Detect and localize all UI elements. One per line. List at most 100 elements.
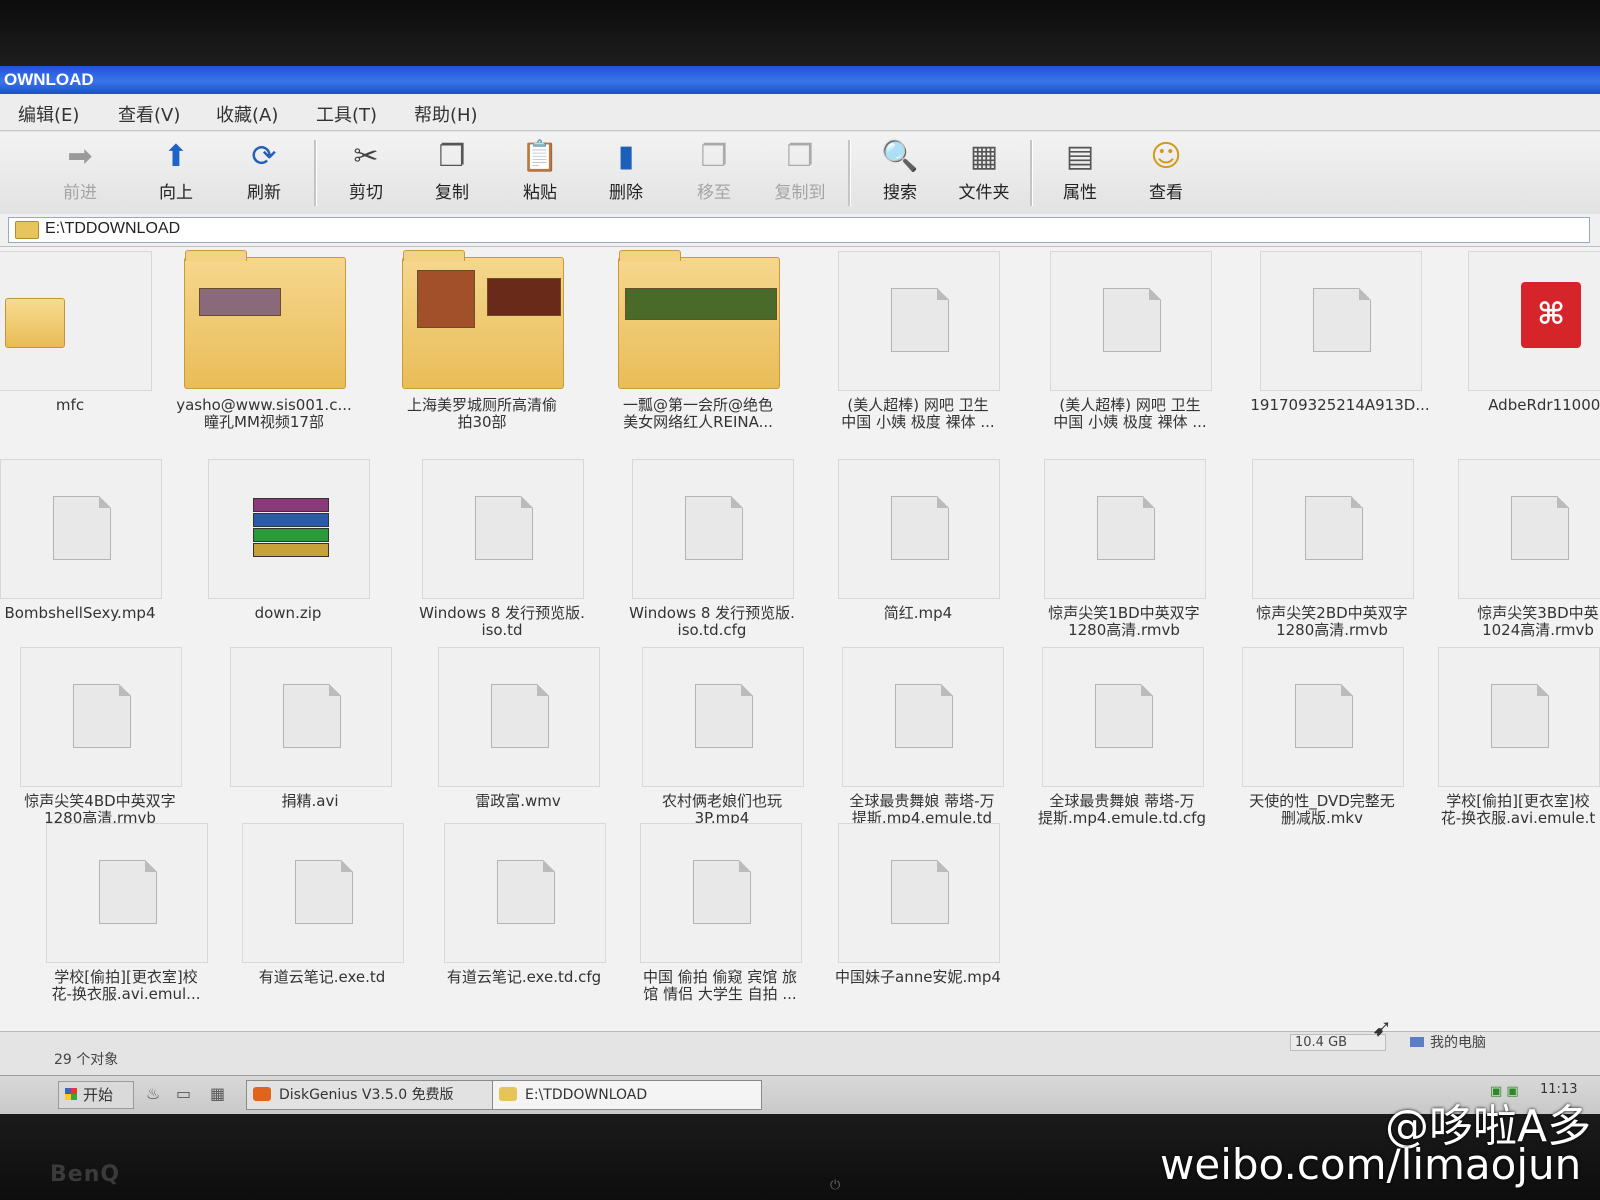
file-item[interactable]: 惊声尖笑4BD中英双字 1280高清.rmvb [0,647,200,837]
forward-arrow-icon: ➡ [67,139,93,174]
file-item[interactable]: mfc [0,251,170,441]
file-item[interactable]: Windows 8 发行预览版. iso.td.cfg [612,459,812,649]
file-item[interactable]: 全球最贵舞娘 蒂塔-万 提斯.mp4.emule.td [822,647,1022,837]
power-icon[interactable]: ⏻ [830,1178,840,1193]
toolbar-button-6[interactable]: ▮ 删除 [586,138,666,208]
file-thumbnail [838,459,1000,599]
generic-file-icon [53,496,111,560]
toolbar-button-5[interactable]: 📋 粘贴 [500,138,580,208]
generic-file-icon [685,496,743,560]
taskbar: 开始 ♨ ▭ ▦ DiskGenius V3.5.0 免费版 E:\TDDOWN… [0,1075,1600,1114]
toolbar-button-0[interactable]: ➡ 前进 [40,138,120,208]
pdf-file-icon: ⌘ [1521,282,1581,348]
file-item[interactable]: 简红.mp4 [818,459,1018,649]
toolbar-button-label: 文件夹 [958,183,1010,203]
file-item[interactable]: 全球最贵舞娘 蒂塔-万 提斯.mp4.emule.td.cfg [1022,647,1222,837]
windows-logo-icon [65,1088,77,1100]
address-input[interactable]: E:\TDDOWNLOAD [8,217,1590,243]
toolbar-button-12[interactable]: ☺ 查看 [1126,138,1206,208]
toolbar-button-2[interactable]: ⟳ 刷新 [224,138,304,208]
file-item[interactable]: 惊声尖笑2BD中英双字 1280高清.rmvb [1232,459,1432,649]
file-item[interactable]: 雷政富.wmv [418,647,618,837]
toolbar-separator [848,140,851,206]
file-item[interactable]: 学校[偷拍][更衣室]校 花-换衣服.avi.emul... [26,823,226,1013]
file-thumbnail [208,459,370,599]
task-explorer[interactable]: E:\TDDOWNLOAD [492,1080,762,1110]
toolbar-button-label: 删除 [609,183,643,203]
file-item[interactable]: ⌘ AdbeRdr11000_ [1448,251,1600,441]
toolbar-button-3[interactable]: ✂ 剪切 [326,138,406,208]
folder-icon [184,250,346,389]
file-name: Windows 8 发行预览版. iso.td.cfg [629,604,795,639]
toolbar-separator [1030,140,1033,206]
file-item[interactable]: 191709325214A913D... [1240,251,1440,441]
file-name: 有道云笔记.exe.td [258,968,386,986]
file-item[interactable]: 惊声尖笑1BD中英双字 1280高清.rmvb [1024,459,1224,649]
watermark-url: weibo.com/limaojun [1160,1140,1582,1189]
properties-icon: ▤ [1065,139,1095,174]
generic-file-icon [73,684,131,748]
file-item[interactable]: 惊声尖笑3BD中英 1024高清.rmvb [1438,459,1600,649]
folder-icon [402,250,564,389]
show-desktop-icon[interactable]: ▭ [176,1084,196,1103]
file-item[interactable]: 有道云笔记.exe.td [222,823,422,1013]
file-item[interactable]: Windows 8 发行预览版. iso.td [402,459,602,649]
file-thumbnail [1438,647,1600,787]
file-name: 惊声尖笑1BD中英双字 1280高清.rmvb [1048,604,1200,639]
generic-file-icon [1095,684,1153,748]
toolbar-button-11[interactable]: ▤ 属性 [1040,138,1120,208]
menu-help[interactable]: 帮助(H) [414,101,478,127]
file-thumbnail [632,459,794,599]
file-item[interactable]: (美人超棒) 网吧 卫生 中国 小姨 极度 裸体 ... [1030,251,1230,441]
file-item[interactable]: down.zip [188,459,388,649]
file-item[interactable]: 中国妹子anne安妮.mp4 [818,823,1018,1013]
menu-favorites[interactable]: 收藏(A) [216,101,278,127]
menu-edit[interactable]: 编辑(E) [18,101,79,127]
generic-file-icon [1491,684,1549,748]
file-item[interactable]: 天使的性_DVD完整无 删减版.mkv [1222,647,1422,837]
generic-file-icon [491,684,549,748]
preview-thumbnail [199,288,281,316]
toolbar-button-4[interactable]: ❐ 复制 [412,138,492,208]
generic-file-icon [1313,288,1371,352]
folder-icon [5,298,65,348]
toolbar-button-label: 向上 [159,183,193,203]
file-item[interactable]: BombshellSexy.mp4 [0,459,180,649]
toolbar-button-label: 移至 [697,183,731,203]
toolbar-button-8[interactable]: ❐ 复制到 [760,138,840,208]
file-thumbnail [402,250,564,389]
file-item[interactable]: 有道云笔记.exe.td.cfg [424,823,624,1013]
file-name: 惊声尖笑4BD中英双字 1280高清.rmvb [24,792,176,827]
toolbar-button-1[interactable]: ⬆ 向上 [136,138,216,208]
refresh-icon: ⟳ [251,139,277,174]
file-name: 学校[偷拍][更衣室]校 花-换衣服.avi.emul... [51,968,201,1003]
quicklaunch-app-icon[interactable]: ♨ [146,1084,166,1103]
menu-tools[interactable]: 工具(T) [316,101,377,127]
task-diskgenius[interactable]: DiskGenius V3.5.0 免费版 [246,1080,516,1110]
file-item[interactable]: 一瓢@第一会所@绝色 美女网络红人REINA... [598,250,798,441]
file-name: 雷政富.wmv [475,792,561,810]
file-item[interactable]: 学校[偷拍][更衣室]校 花-换衣服.avi.emule.t [1418,647,1600,837]
menu-view[interactable]: 查看(V) [118,101,180,127]
file-item[interactable]: yasho@www.sis001.c... 瞳孔MM视频17部 [164,250,364,441]
generic-file-icon [295,860,353,924]
toolbar-button-10[interactable]: ▦ 文件夹 [944,138,1024,208]
file-thumbnail: ⌘ [1468,251,1600,391]
file-name: 有道云笔记.exe.td.cfg [446,968,602,986]
file-thumbnail [422,459,584,599]
file-thumbnail [838,251,1000,391]
file-item[interactable]: 捐精.avi [210,647,410,837]
generic-file-icon [891,288,949,352]
file-item[interactable]: (美人超棒) 网吧 卫生 中国 小姨 极度 裸体 ... [818,251,1018,441]
toolbar-button-7[interactable]: ❐ 移至 [674,138,754,208]
file-item[interactable]: 中国 偷拍 偷窥 宾馆 旅 馆 情侣 大学生 自拍 ... [620,823,820,1013]
folders-icon: ▦ [969,139,999,174]
file-thumbnail [1260,251,1422,391]
toolbar-button-9[interactable]: 🔍 搜索 [860,138,940,208]
quicklaunch-window-icon[interactable]: ▦ [210,1084,230,1103]
delete-icon: ▮ [617,139,635,174]
preview-thumbnail [417,270,475,328]
start-button[interactable]: 开始 [58,1081,134,1109]
file-item[interactable]: 上海美罗城厕所高清偷 拍30部 [382,250,582,441]
file-item[interactable]: 农村俩老娘们也玩 3P.mp4 [622,647,822,837]
